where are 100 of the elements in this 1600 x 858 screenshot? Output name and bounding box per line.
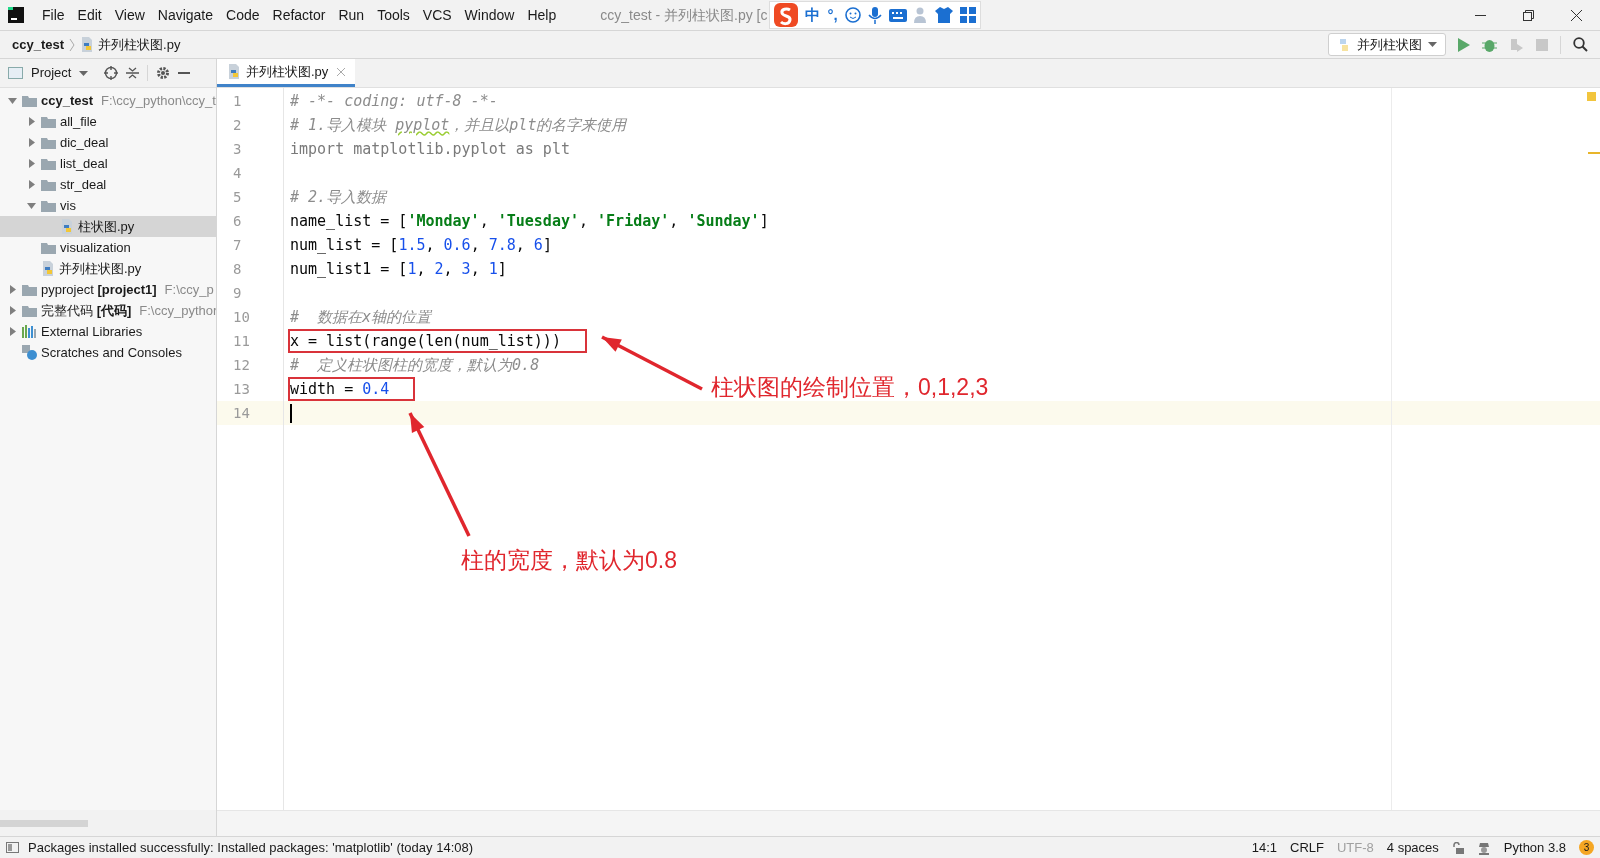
line-number: 6 (233, 211, 242, 231)
expand-arrow-icon[interactable] (26, 138, 36, 147)
inspector-icon[interactable] (1476, 840, 1491, 855)
bug-icon[interactable] (1482, 37, 1497, 52)
scrollbar-thumb[interactable] (0, 819, 88, 827)
breadcrumb-file[interactable]: 并列柱状图.py (98, 34, 181, 55)
tree-item[interactable]: vis (0, 195, 216, 216)
collapse-all-icon[interactable] (126, 66, 140, 80)
run-icon[interactable] (1458, 37, 1470, 52)
item-label: visualization (60, 238, 131, 257)
input-mode-toggle[interactable]: 中 (805, 3, 821, 27)
smiley-icon[interactable] (844, 7, 861, 23)
line-number: 3 (233, 139, 242, 159)
microphone-icon[interactable] (867, 6, 882, 24)
window-title: ccy_test - 并列柱状图.py [c (600, 5, 768, 25)
menu-item[interactable]: Window (458, 4, 521, 26)
code-line: # -*- coding: utf-8 -*- (290, 90, 498, 112)
tree-item[interactable]: ccy_test F:\ccy_python\ccy_t (0, 90, 216, 111)
python-interpreter[interactable]: Python 3.8 (1503, 837, 1566, 858)
menu-item[interactable]: Refactor (266, 4, 332, 26)
code-line: num_list = [1.5, 0.6, 7.8, 6] (290, 234, 552, 256)
menu-item[interactable]: View (108, 4, 151, 26)
expand-arrow-icon[interactable] (7, 306, 17, 315)
project-view-dropdown[interactable]: Project (31, 63, 89, 83)
menu-item[interactable]: Code (220, 4, 266, 26)
item-path: F:\ccy_python\ccy_t (101, 91, 216, 110)
line-number: 10 (233, 307, 250, 327)
item-label: list_deal (60, 154, 108, 173)
scratches-icon (22, 345, 37, 360)
line-number: 5 (233, 187, 242, 207)
lock-icon[interactable] (1451, 841, 1464, 854)
menu-item[interactable]: Help (521, 4, 563, 26)
line-number: 11 (233, 331, 250, 351)
menu-item[interactable]: VCS (416, 4, 458, 26)
line-number: 12 (233, 355, 250, 375)
tree-item[interactable]: dic_deal (0, 132, 216, 153)
notification-badge[interactable]: 3 (1579, 840, 1594, 855)
library-icon (22, 325, 37, 338)
expand-arrow-icon[interactable] (7, 285, 17, 294)
folder-icon (22, 283, 37, 296)
ime-logo-icon[interactable] (774, 3, 799, 27)
locate-icon[interactable] (104, 66, 119, 80)
collapse-arrow-icon[interactable] (26, 201, 36, 210)
annotation-label: 柱的宽度，默认为0.8 (461, 546, 677, 575)
tree-item[interactable]: str_deal (0, 174, 216, 195)
tree-item[interactable]: Scratches and Consoles (0, 342, 216, 363)
line-number: 13 (233, 379, 250, 399)
expand-arrow-icon[interactable] (26, 117, 36, 126)
tree-item[interactable]: visualization (0, 237, 216, 258)
settings-icon[interactable] (156, 66, 171, 80)
line-separator[interactable]: CRLF (1290, 837, 1324, 858)
item-label: dic_deal (60, 133, 109, 152)
menu-item[interactable]: Navigate (151, 4, 220, 26)
tree-item[interactable]: all_file (0, 111, 216, 132)
tab-label: 并列柱状图.py (246, 62, 329, 81)
item-label: 并列柱状图.py (59, 259, 142, 278)
collapse-arrow-icon[interactable] (7, 96, 17, 105)
editor-tab[interactable]: 并列柱状图.py (217, 59, 356, 87)
folder-icon (41, 157, 56, 170)
tree-item[interactable]: 柱状图.py (0, 216, 216, 237)
restore-icon (1522, 9, 1534, 21)
grid-icon[interactable] (959, 7, 976, 23)
folder-icon (41, 241, 56, 254)
expand-arrow-icon[interactable] (7, 327, 17, 336)
menu-item[interactable]: Edit (71, 4, 108, 26)
python-file-icon (227, 64, 241, 79)
minimize-icon (1474, 14, 1486, 16)
tree-item[interactable]: 并列柱状图.py (0, 258, 216, 279)
item-path: F:\ccy_p (164, 280, 214, 299)
tool-windows-icon[interactable] (6, 842, 19, 853)
shirt-icon[interactable] (934, 7, 953, 23)
keyboard-icon[interactable] (888, 8, 907, 22)
item-label: 柱状图.py (78, 217, 135, 236)
minimize-panel-icon[interactable] (178, 72, 191, 74)
indent-setting[interactable]: 4 spaces (1386, 837, 1439, 858)
caret-icon (79, 70, 89, 76)
caret-position[interactable]: 14:1 (1251, 837, 1277, 858)
python-file-icon (80, 37, 95, 52)
tree-item[interactable]: External Libraries (0, 321, 216, 342)
folder-icon (41, 178, 56, 191)
item-label: External Libraries (41, 322, 143, 341)
warning-marker (1587, 92, 1596, 101)
close-tab-icon[interactable] (337, 67, 346, 76)
close-icon (1570, 9, 1582, 21)
text-cursor (290, 403, 292, 423)
search-icon[interactable] (1573, 37, 1588, 52)
menu-item[interactable]: Run (332, 4, 371, 26)
expand-arrow-icon[interactable] (26, 159, 36, 168)
punctuation-toggle[interactable]: °, (827, 3, 838, 27)
folder-icon (41, 115, 56, 128)
code-line: # 定义柱状图柱的宽度，默认为0.8 (290, 354, 540, 376)
tree-item[interactable]: list_deal (0, 153, 216, 174)
breadcrumb-project[interactable]: ccy_test (12, 34, 65, 55)
line-number: 8 (233, 259, 242, 279)
tree-item[interactable]: pyproject [project1] F:\ccy_p (0, 279, 216, 300)
panel-icon (8, 67, 23, 79)
run-config-dropdown[interactable]: 并列柱状图 (1328, 33, 1446, 56)
menu-item[interactable]: File (36, 4, 71, 26)
menu-item[interactable]: Tools (371, 4, 416, 26)
expand-arrow-icon[interactable] (26, 180, 36, 189)
